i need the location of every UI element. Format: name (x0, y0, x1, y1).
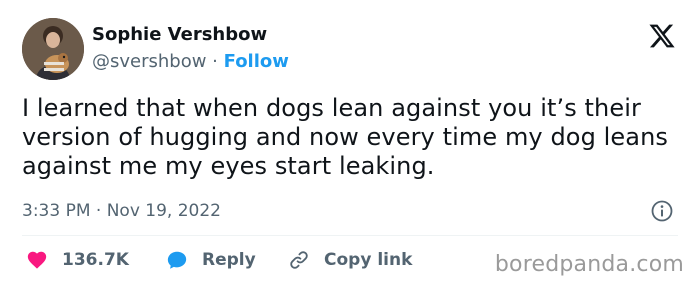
avatar[interactable] (22, 18, 84, 80)
info-icon[interactable] (650, 199, 674, 223)
watermark: boredpanda.com (494, 252, 684, 277)
divider (22, 235, 678, 236)
x-logo-icon[interactable] (648, 22, 676, 50)
copy-link-label: Copy link (324, 250, 413, 270)
handle-separator: · (206, 51, 224, 72)
like-count: 136.7K (62, 250, 129, 270)
timestamp-link[interactable]: 3:33 PM · Nov 19, 2022 (22, 201, 221, 221)
handle[interactable]: @svershbow (92, 51, 206, 72)
tweet-text: I learned that when dogs lean against yo… (22, 94, 668, 180)
reply-button[interactable]: Reply (166, 248, 256, 272)
like-button[interactable]: 136.7K (26, 248, 129, 272)
speech-bubble-icon (167, 251, 187, 269)
link-icon (290, 251, 308, 269)
display-name[interactable]: Sophie Vershbow (92, 24, 267, 45)
tweet-card: Sophie Vershbow @svershbow · Follow I le… (0, 0, 700, 288)
handle-row: @svershbow · Follow (92, 51, 289, 72)
heart-icon (27, 251, 47, 269)
reply-label: Reply (202, 250, 256, 270)
follow-button[interactable]: Follow (224, 51, 289, 72)
copy-link-button[interactable]: Copy link (288, 248, 412, 272)
avatar-image (22, 18, 84, 80)
